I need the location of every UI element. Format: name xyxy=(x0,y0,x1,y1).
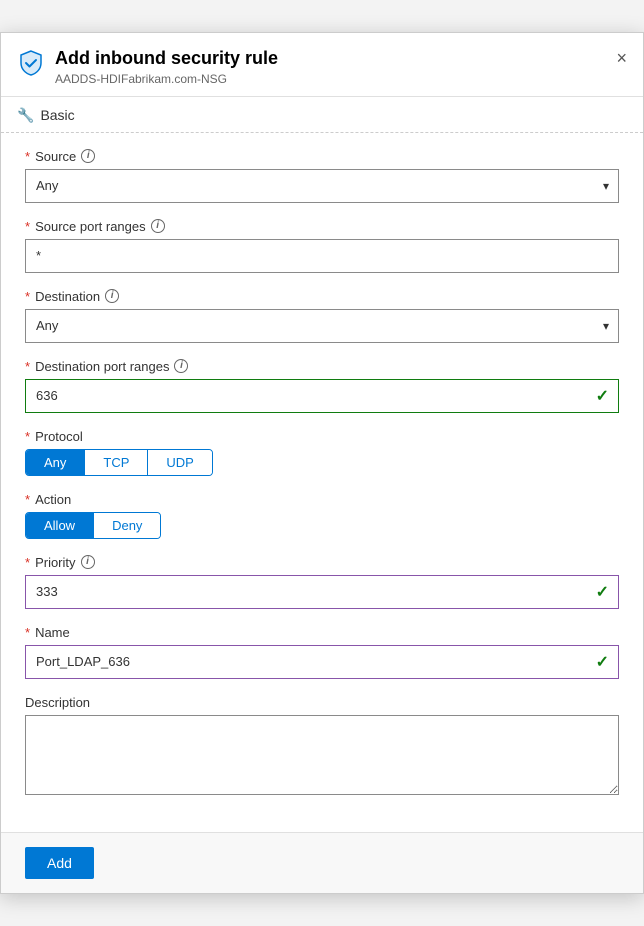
shield-icon xyxy=(17,49,45,77)
priority-input-wrapper: ✓ xyxy=(25,575,619,609)
description-label-text: Description xyxy=(25,695,90,710)
action-label-text: Action xyxy=(35,492,71,507)
dialog-title: Add inbound security rule xyxy=(55,47,616,70)
action-group: * Action Allow Deny xyxy=(25,492,619,539)
source-label: * Source i xyxy=(25,149,619,164)
protocol-label-text: Protocol xyxy=(35,429,83,444)
action-label: * Action xyxy=(25,492,619,507)
dest-port-checkmark: ✓ xyxy=(596,386,609,406)
action-deny-button[interactable]: Deny xyxy=(94,513,160,538)
name-label: * Name xyxy=(25,625,619,640)
destination-label-text: Destination xyxy=(35,289,100,304)
source-label-text: Source xyxy=(35,149,76,164)
close-button[interactable]: × xyxy=(616,49,627,67)
protocol-required: * xyxy=(25,429,30,444)
destination-info-icon[interactable]: i xyxy=(105,289,119,303)
name-checkmark: ✓ xyxy=(596,652,609,672)
destination-select-wrapper: Any IP Addresses Service Tag Application… xyxy=(25,309,619,343)
priority-label: * Priority i xyxy=(25,555,619,570)
source-info-icon[interactable]: i xyxy=(81,149,95,163)
header-text: Add inbound security rule AADDS-HDIFabri… xyxy=(55,47,616,85)
section-header: 🔧 Basic xyxy=(1,97,643,133)
add-button[interactable]: Add xyxy=(25,847,94,879)
add-inbound-security-rule-dialog: Add inbound security rule AADDS-HDIFabri… xyxy=(0,32,644,893)
priority-info-icon[interactable]: i xyxy=(81,555,95,569)
priority-required: * xyxy=(25,555,30,570)
dest-port-required: * xyxy=(25,359,30,374)
source-port-required: * xyxy=(25,219,30,234)
destination-port-ranges-label: * Destination port ranges i xyxy=(25,359,619,374)
dest-port-label-text: Destination port ranges xyxy=(35,359,169,374)
name-group: * Name ✓ xyxy=(25,625,619,679)
destination-port-input[interactable] xyxy=(25,379,619,413)
action-required: * xyxy=(25,492,30,507)
protocol-tcp-button[interactable]: TCP xyxy=(85,450,148,475)
action-toggle-group: Allow Deny xyxy=(25,512,161,539)
description-label: Description xyxy=(25,695,619,710)
destination-port-input-wrapper: ✓ xyxy=(25,379,619,413)
protocol-any-button[interactable]: Any xyxy=(26,450,85,475)
source-select-wrapper: Any IP Addresses Service Tag Application… xyxy=(25,169,619,203)
dest-port-info-icon[interactable]: i xyxy=(174,359,188,373)
source-port-ranges-group: * Source port ranges i xyxy=(25,219,619,273)
source-required: * xyxy=(25,149,30,164)
protocol-toggle-group: Any TCP UDP xyxy=(25,449,213,476)
priority-checkmark: ✓ xyxy=(596,582,609,602)
dialog-subtitle: AADDS-HDIFabrikam.com-NSG xyxy=(55,72,616,86)
source-port-info-icon[interactable]: i xyxy=(151,219,165,233)
name-label-text: Name xyxy=(35,625,70,640)
dialog-footer: Add xyxy=(1,832,643,893)
priority-group: * Priority i ✓ xyxy=(25,555,619,609)
destination-group: * Destination i Any IP Addresses Service… xyxy=(25,289,619,343)
destination-select[interactable]: Any IP Addresses Service Tag Application… xyxy=(25,309,619,343)
description-group: Description xyxy=(25,695,619,800)
source-port-label-text: Source port ranges xyxy=(35,219,146,234)
name-input-wrapper: ✓ xyxy=(25,645,619,679)
protocol-udp-button[interactable]: UDP xyxy=(148,450,211,475)
name-required: * xyxy=(25,625,30,640)
priority-input[interactable] xyxy=(25,575,619,609)
protocol-label: * Protocol xyxy=(25,429,619,444)
source-group: * Source i Any IP Addresses Service Tag … xyxy=(25,149,619,203)
section-label-text: Basic xyxy=(40,107,74,123)
priority-label-text: Priority xyxy=(35,555,75,570)
source-port-input[interactable] xyxy=(25,239,619,273)
destination-port-ranges-group: * Destination port ranges i ✓ xyxy=(25,359,619,413)
source-select[interactable]: Any IP Addresses Service Tag Application… xyxy=(25,169,619,203)
destination-required: * xyxy=(25,289,30,304)
wrench-icon: 🔧 xyxy=(17,107,34,124)
source-port-ranges-label: * Source port ranges i xyxy=(25,219,619,234)
protocol-group: * Protocol Any TCP UDP xyxy=(25,429,619,476)
description-input[interactable] xyxy=(25,715,619,795)
name-input[interactable] xyxy=(25,645,619,679)
destination-label: * Destination i xyxy=(25,289,619,304)
action-allow-button[interactable]: Allow xyxy=(26,513,94,538)
dialog-header: Add inbound security rule AADDS-HDIFabri… xyxy=(1,33,643,96)
dialog-body: * Source i Any IP Addresses Service Tag … xyxy=(1,133,643,832)
